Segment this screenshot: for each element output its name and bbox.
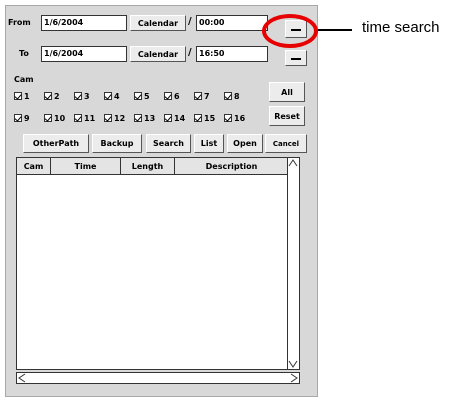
column-header-time[interactable]: Time [51,158,121,174]
camera-checkbox-5[interactable]: 5 [134,92,164,101]
camera-number: 13 [144,113,156,123]
annotation-pointer-line [318,29,352,31]
camera-number: 11 [84,113,96,123]
camera-checkbox-2[interactable]: 2 [44,92,74,101]
checkbox-checked-icon [194,114,202,122]
arrow-right-icon[interactable] [290,373,298,383]
camera-number: 9 [24,113,30,123]
table-header: Cam Time Length Description [17,158,299,175]
camera-checkbox-11[interactable]: 11 [74,114,104,123]
checkbox-checked-icon [164,114,172,122]
camera-checkbox-13[interactable]: 13 [134,114,164,123]
camera-checkbox-15[interactable]: 15 [194,114,224,123]
checkbox-checked-icon [224,92,232,100]
camera-checkbox-12[interactable]: 12 [104,114,134,123]
checkbox-checked-icon [44,92,52,100]
results-table[interactable]: Cam Time Length Description [16,157,300,370]
checkbox-checked-icon [134,92,142,100]
to-label: To [19,49,29,58]
checkbox-checked-icon [104,114,112,122]
from-time-field[interactable]: 00:00 [196,15,268,31]
camera-checkbox-1[interactable]: 1 [14,92,44,101]
column-header-cam[interactable]: Cam [17,158,51,174]
list-button[interactable]: List [194,134,224,153]
camera-checkbox-14[interactable]: 14 [164,114,194,123]
checkbox-checked-icon [134,114,142,122]
all-button[interactable]: All [269,82,305,102]
camera-number: 3 [84,91,90,101]
camera-number: 14 [174,113,186,123]
search-button[interactable]: Search [146,134,191,153]
checkbox-checked-icon [44,114,52,122]
camera-checkbox-6[interactable]: 6 [164,92,194,101]
to-time-search-button[interactable] [285,50,307,66]
camera-number: 12 [114,113,126,123]
checkbox-checked-icon [164,92,172,100]
ellipsis-button-icon [291,58,301,60]
camera-checkbox-7[interactable]: 7 [194,92,224,101]
cancel-button[interactable]: Cancel [265,134,307,153]
camera-checkbox-8[interactable]: 8 [224,92,254,101]
from-date-field[interactable]: 1/6/2004 [41,15,127,31]
from-calendar-button[interactable]: Calendar [130,15,186,31]
vertical-scrollbar[interactable] [287,158,299,369]
checkbox-checked-icon [74,114,82,122]
horizontal-scrollbar[interactable] [16,372,300,384]
camera-row-1: 1 2 3 4 5 6 7 8 [14,88,258,104]
camera-number: 15 [204,113,216,123]
camera-row-2: 9 10 11 12 13 14 15 16 [14,110,258,126]
to-time-field[interactable]: 16:50 [196,46,268,62]
camera-number: 5 [144,91,150,101]
camera-number: 6 [174,91,180,101]
camera-checkbox-4[interactable]: 4 [104,92,134,101]
annotation-label: time search [362,19,440,36]
camera-number: 16 [234,113,246,123]
checkbox-checked-icon [224,114,232,122]
checkbox-checked-icon [14,92,22,100]
from-separator: / [188,16,192,27]
backup-button[interactable]: Backup [92,134,142,153]
arrow-up-icon[interactable] [288,159,298,167]
camera-checkbox-3[interactable]: 3 [74,92,104,101]
arrow-left-icon[interactable] [18,373,26,383]
camera-checkbox-grid: 1 2 3 4 5 6 7 8 9 10 11 12 13 14 15 16 [14,88,258,126]
camera-number: 8 [234,91,240,101]
open-button[interactable]: Open [227,134,263,153]
checkbox-checked-icon [194,92,202,100]
to-date-field[interactable]: 1/6/2004 [41,46,127,62]
column-header-description[interactable]: Description [175,158,289,174]
checkbox-checked-icon [14,114,22,122]
other-path-button[interactable]: OtherPath [23,134,89,153]
camera-number: 4 [114,91,120,101]
to-calendar-button[interactable]: Calendar [130,46,186,62]
camera-checkbox-16[interactable]: 16 [224,114,254,123]
camera-checkbox-9[interactable]: 9 [14,114,44,123]
highlight-circle [262,14,318,48]
to-separator: / [188,47,192,58]
checkbox-checked-icon [74,92,82,100]
cam-label: Cam [14,75,34,84]
camera-number: 2 [54,91,60,101]
arrow-down-icon[interactable] [288,360,298,368]
checkbox-checked-icon [104,92,112,100]
camera-checkbox-10[interactable]: 10 [44,114,74,123]
reset-button[interactable]: Reset [269,106,305,126]
camera-number: 1 [24,91,30,101]
camera-number: 10 [54,113,66,123]
column-header-length[interactable]: Length [121,158,175,174]
camera-number: 7 [204,91,210,101]
from-label: From [8,18,31,27]
